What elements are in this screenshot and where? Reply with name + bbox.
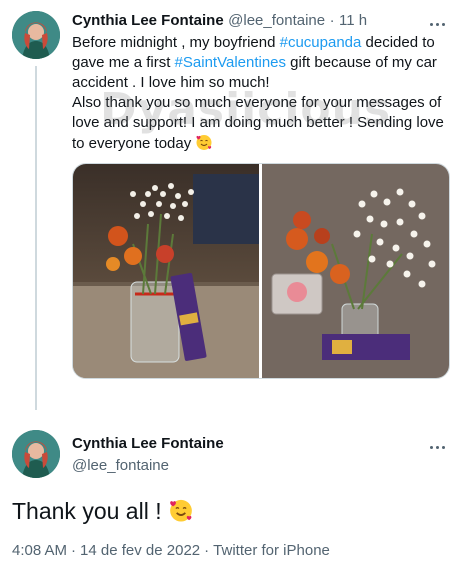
meta-separator: ·	[204, 542, 210, 559]
display-name[interactable]: Cynthia Lee Fontaine	[72, 435, 224, 452]
timestamp[interactable]: 11 h	[339, 12, 367, 29]
tweet-text: Thank you all !	[12, 497, 194, 525]
hashtag-link[interactable]: #cucupanda	[280, 34, 362, 51]
thread-connector-line	[35, 66, 37, 410]
tweet-text: Before midnight , my boyfriend #cucupand…	[72, 34, 444, 152]
post-date[interactable]: 14 de fev de 2022	[80, 542, 200, 559]
more-options-icon[interactable]	[430, 16, 452, 27]
smiling-face-with-hearts-icon	[195, 133, 213, 151]
post-source[interactable]: Twitter for iPhone	[213, 542, 330, 559]
post-time[interactable]: 4:08 AM	[12, 542, 67, 559]
media-grid[interactable]	[72, 163, 450, 379]
display-name[interactable]: Cynthia Lee Fontaine	[72, 12, 224, 29]
photo-flowers-in-jar[interactable]	[73, 164, 259, 378]
photo-flowers-with-chocolate[interactable]	[262, 164, 449, 378]
handle[interactable]: @lee_fontaine	[72, 457, 169, 474]
smiling-face-with-hearts-icon	[168, 497, 194, 523]
time-separator: ·	[329, 12, 335, 29]
more-options-icon[interactable]	[430, 439, 452, 450]
meta-separator: ·	[71, 542, 77, 559]
avatar[interactable]	[12, 430, 60, 478]
hashtag-link[interactable]: #SaintValentines	[175, 54, 286, 71]
handle[interactable]: @lee_fontaine	[228, 12, 325, 29]
avatar[interactable]	[12, 11, 60, 59]
tweet-metadata: 4:08 AM · 14 de fev de 2022 · Twitter for iP…	[12, 542, 330, 559]
